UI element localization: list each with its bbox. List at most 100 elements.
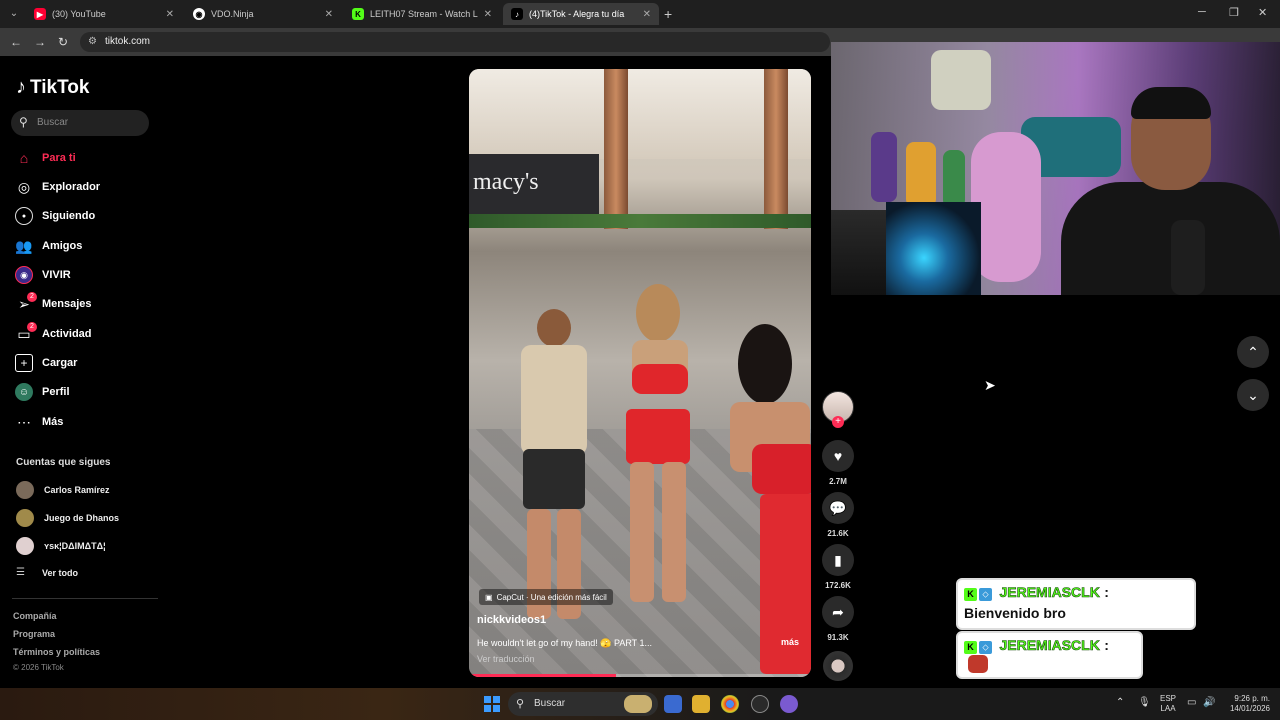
tray-chevron-icon[interactable]: ⌃ [1116, 697, 1124, 708]
video-scene [469, 214, 811, 228]
back-icon[interactable]: ← [10, 35, 22, 49]
next-video-button[interactable]: ⌄ [1237, 379, 1269, 411]
capcut-tag[interactable]: ▣ CapCut · Una edición más fácil [479, 589, 613, 605]
close-window-icon[interactable]: ✕ [1258, 6, 1267, 19]
video-scene [604, 69, 628, 229]
sidebar-item-mensajes[interactable]: ➢ 2 Mensajes [15, 292, 92, 315]
save-button[interactable]: ▮ [822, 544, 854, 576]
like-button[interactable]: ♥ [822, 440, 854, 472]
tab-tiktok[interactable]: ♪ (4)TikTok - Alegra tu día ✕ [503, 3, 659, 25]
sidebar-item-actividad[interactable]: ▭ 2 Actividad [15, 322, 92, 345]
sidebar-item-label: Perfil [42, 386, 70, 398]
close-icon[interactable]: ✕ [643, 9, 651, 20]
follow-plus-icon[interactable]: + [832, 416, 844, 428]
video-progress-bar[interactable] [469, 674, 811, 677]
webcam-overlay [831, 42, 1280, 295]
close-icon[interactable]: ✕ [325, 9, 333, 20]
clock-time: 9:26 p. m. [1234, 694, 1270, 703]
volume-icon[interactable]: 🔊 [1203, 697, 1215, 708]
footer-link[interactable]: Compañía [13, 611, 57, 621]
clock[interactable]: 9:26 p. m. 14/01/2026 [1224, 694, 1270, 714]
following-account[interactable]: ʏsᴋ¦DΔIMΔTΔ¦ [16, 537, 106, 555]
sidebar-item-cargar[interactable]: + Cargar [15, 352, 77, 374]
profile-icon: ☺ [15, 383, 33, 401]
share-count: 91.3K [827, 633, 849, 642]
share-button[interactable]: ➦ [822, 596, 854, 628]
store-app-icon[interactable] [664, 695, 682, 713]
sidebar-item-explorador[interactable]: ◎ Explorador [15, 176, 100, 198]
tiktok-logo[interactable]: ♪ TikTok [16, 76, 89, 99]
sidebar-item-siguiendo[interactable]: ● Siguiendo [15, 205, 95, 227]
tiktok-icon: ♪ [511, 8, 523, 20]
tab-title: LEITH07 Stream - Watch Live o [370, 9, 478, 19]
address-bar[interactable]: ⚙ tiktok.com [80, 32, 830, 52]
translate-link[interactable]: Ver traducción [477, 654, 535, 664]
app-icon[interactable] [780, 695, 798, 713]
sidebar-item-amigos[interactable]: 👥 Amigos [15, 235, 82, 257]
restore-icon[interactable]: ❐ [1229, 6, 1239, 19]
following-account[interactable]: Juego de Dhanos [16, 509, 119, 527]
video-description: He wouldn't let go of my hand! 🫣 PART 1.… [477, 638, 653, 648]
music-disc-icon[interactable] [823, 651, 853, 681]
following-icon: ● [15, 207, 33, 225]
following-account[interactable]: Carlos Ramírez [16, 481, 110, 499]
emote-icon [968, 655, 988, 673]
tab-kick-stream[interactable]: K LEITH07 Stream - Watch Live o ✕ [344, 3, 500, 25]
friends-icon: 👥 [15, 237, 33, 254]
language-indicator[interactable]: ESP LAA [1160, 694, 1176, 714]
video-author[interactable]: nickkvideos1 [477, 614, 546, 626]
activity-badge: 2 [27, 322, 37, 332]
tab-title: VDO.Ninja [211, 9, 254, 19]
comment-icon: 💬 [829, 499, 847, 516]
lang-top: ESP [1160, 694, 1177, 703]
new-tab-icon[interactable]: + [664, 6, 672, 22]
network-icon[interactable]: ▭ [1187, 697, 1196, 708]
taskbar-search[interactable]: ⚲ Buscar [508, 692, 658, 716]
forward-icon[interactable]: → [34, 35, 46, 49]
search-input[interactable]: ⚲ Buscar [11, 110, 149, 136]
windows-start-icon[interactable] [484, 696, 500, 712]
previous-video-button[interactable]: ⌃ [1237, 336, 1269, 368]
browser-tab-strip: ⌄ ▶ (30) YouTube ✕ ◉ VDO.Ninja ✕ K LEITH… [0, 0, 1280, 28]
chat-separator: : [1104, 637, 1109, 653]
lang-bottom: LAA [1160, 704, 1176, 713]
comment-button[interactable]: 💬 [822, 492, 854, 524]
minimize-icon[interactable]: ─ [1198, 6, 1206, 18]
reload-icon[interactable]: ↻ [58, 35, 68, 49]
footer-link[interactable]: Programa [13, 629, 55, 639]
close-icon[interactable]: ✕ [166, 9, 174, 20]
bookmark-icon: ▮ [834, 551, 842, 568]
capcut-icon: ▣ [485, 592, 493, 602]
sidebar-item-label: Amigos [42, 240, 83, 252]
sidebar-item-vivir[interactable]: ◉ VIVIR [15, 264, 71, 286]
sidebar-item-label: Mensajes [42, 298, 92, 310]
capcut-text: CapCut · Una edición más fácil [496, 592, 607, 602]
upload-icon: + [15, 354, 33, 372]
footer-link[interactable]: Términos y políticas [13, 647, 100, 657]
tab-youtube[interactable]: ▶ (30) YouTube ✕ [26, 3, 182, 25]
kick-badge-icon: K [964, 641, 977, 654]
file-explorer-icon[interactable] [692, 695, 710, 713]
tab-vdo-ninja[interactable]: ◉ VDO.Ninja ✕ [185, 3, 341, 25]
store-sign: macy's [473, 169, 539, 195]
sidebar-item-mas[interactable]: ⋯ Más [15, 411, 63, 433]
sidebar-item-label: Explorador [42, 181, 101, 193]
url-text: tiktok.com [105, 36, 151, 47]
close-icon[interactable]: ✕ [484, 9, 492, 20]
microphone-icon[interactable]: 🎙 [1138, 697, 1151, 708]
tab-search-icon[interactable]: ⌄ [6, 6, 22, 22]
home-icon: ⌂ [19, 150, 29, 166]
video-player[interactable]: macy's ▣ CapCut · Una edición más fácil … [469, 69, 811, 677]
chat-separator: : [1104, 584, 1109, 600]
chat-username: JEREMIASCLK [999, 637, 1100, 654]
sidebar-item-para-ti[interactable]: ⌂ Para ti [15, 147, 76, 169]
account-name: ʏsᴋ¦DΔIMΔTΔ¦ [44, 541, 106, 551]
sidebar-item-perfil[interactable]: ☺ Perfil [15, 381, 70, 403]
chrome-icon[interactable] [721, 695, 739, 713]
obs-icon[interactable] [751, 695, 769, 713]
more-link[interactable]: más [781, 637, 799, 647]
see-all-link[interactable]: ☰ Ver todo [16, 567, 78, 578]
site-info-icon[interactable]: ⚙ [88, 36, 97, 47]
screen: ⌄ ▶ (30) YouTube ✕ ◉ VDO.Ninja ✕ K LEITH… [0, 0, 1280, 720]
heart-icon: ♥ [833, 448, 843, 464]
